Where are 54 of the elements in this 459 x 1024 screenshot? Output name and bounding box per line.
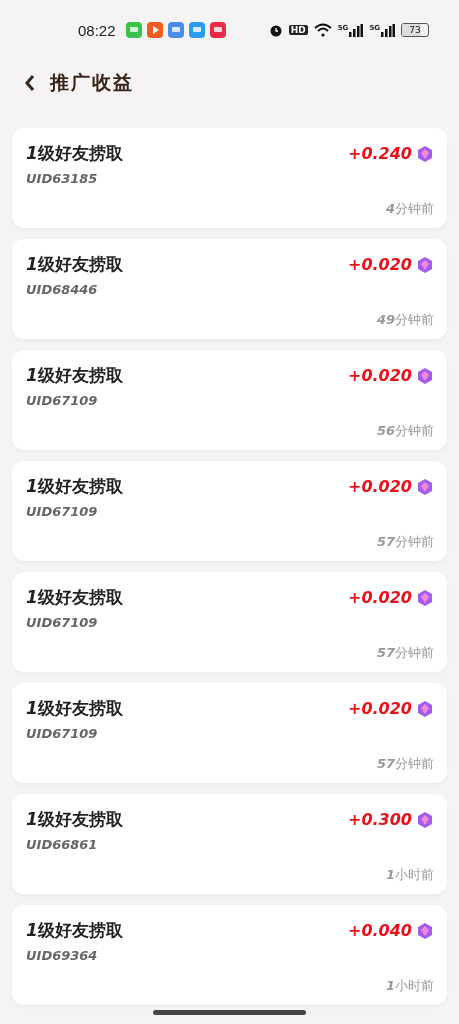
gem-icon: [416, 366, 434, 385]
app-notification-icon: [188, 22, 205, 38]
record-title: 1级好友捞取: [26, 253, 123, 276]
gem-icon: [416, 477, 434, 496]
gem-icon: [416, 588, 434, 607]
record-uid: UID67109: [26, 726, 99, 741]
battery-indicator: 73: [401, 23, 429, 37]
record-title: 1级好友捞取: [26, 808, 123, 831]
record-time: 56分钟前: [376, 422, 434, 440]
app-notification-icon: [209, 22, 226, 38]
record-time: 1小时前: [385, 866, 434, 884]
record-uid: UID67109: [26, 615, 99, 630]
record-time: 4分钟前: [385, 200, 434, 218]
record-amount: +0.020: [348, 366, 412, 385]
record-title: 1级好友捞取: [26, 586, 123, 609]
record-amount: +0.020: [348, 588, 412, 607]
wifi-icon: [313, 23, 332, 37]
app-notification-icon: [125, 22, 142, 38]
record-uid: UID67109: [26, 504, 99, 519]
record-title: 1级好友捞取: [26, 142, 123, 165]
signal-icon: [349, 23, 364, 37]
signal-icon: [381, 23, 395, 37]
hd-indicator: HD: [288, 25, 308, 35]
alarm-icon: [268, 23, 283, 37]
record-time: 57分钟前: [376, 755, 434, 773]
record-time: 1小时前: [385, 977, 434, 995]
record-amount: +0.300: [348, 810, 412, 829]
status-time: 08:22: [78, 21, 116, 39]
gem-icon: [416, 810, 434, 829]
record-uid: UID63185: [26, 171, 99, 186]
record-title: 1级好友捞取: [26, 364, 123, 387]
record-title: 1级好友捞取: [26, 919, 123, 942]
record-amount: +0.020: [348, 477, 412, 496]
gem-icon: [416, 699, 434, 718]
record-time: 49分钟前: [376, 311, 434, 329]
record-amount: +0.020: [348, 255, 412, 274]
record-amount: +0.020: [348, 699, 412, 718]
app-notification-icon: [167, 22, 184, 38]
record-title: 1级好友捞取: [26, 697, 123, 720]
record-time: 57分钟前: [376, 533, 434, 551]
gem-icon: [416, 255, 434, 274]
record-amount: +0.240: [348, 144, 412, 163]
record-time: 57分钟前: [376, 644, 434, 662]
record-uid: UID67109: [26, 393, 99, 408]
gem-icon: [416, 921, 434, 940]
back-icon[interactable]: [24, 74, 36, 92]
record-uid: UID69364: [26, 948, 99, 963]
record-uid: UID66861: [26, 837, 99, 852]
record-title: 1级好友捞取: [26, 475, 123, 498]
record-uid: UID68446: [26, 282, 99, 297]
gem-icon: [416, 144, 434, 163]
page-title: 推广收益: [50, 70, 134, 95]
app-notification-icon: [146, 22, 163, 38]
record-amount: +0.040: [348, 921, 412, 940]
